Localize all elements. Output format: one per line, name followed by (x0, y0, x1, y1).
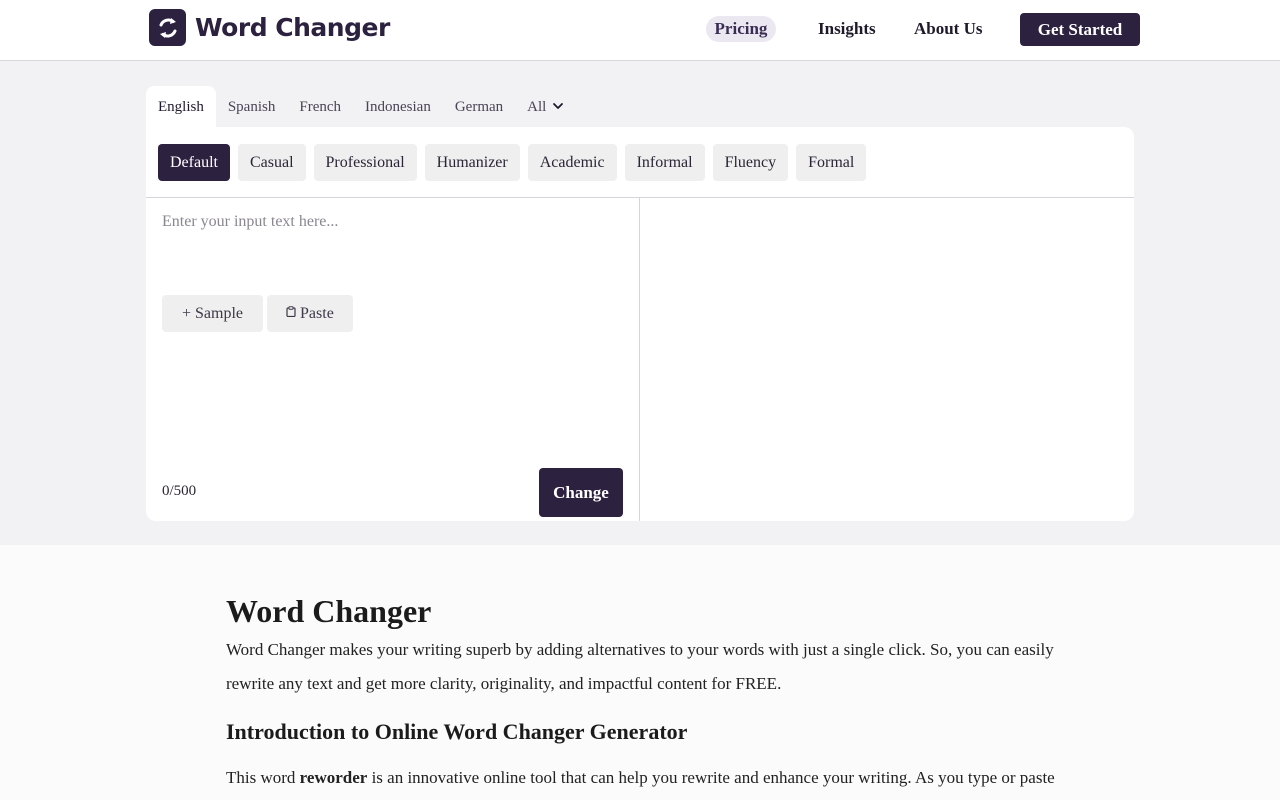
nav-insights[interactable]: Insights (818, 16, 876, 42)
get-started-button[interactable]: Get Started (1020, 13, 1140, 46)
mode-academic[interactable]: Academic (527, 144, 617, 181)
mode-default[interactable]: Default (158, 144, 230, 181)
paragraph-rest: is an innovative online tool that can he… (367, 768, 1055, 787)
sample-button[interactable]: + Sample (162, 295, 264, 332)
article-paragraph: This word reworder is an innovative onli… (226, 763, 1056, 793)
input-text-area[interactable] (162, 213, 622, 273)
tab-indonesian[interactable]: Indonesian (353, 86, 443, 128)
character-counter: 0/500 (162, 483, 197, 499)
editor-card: Default Casual Professional Humanizer Ac… (146, 127, 1134, 521)
output-panel (640, 198, 1134, 521)
chevron-down-icon (552, 87, 564, 129)
change-button[interactable]: Change (539, 468, 623, 517)
tab-english[interactable]: English (146, 86, 216, 128)
mode-fluency[interactable]: Fluency (712, 144, 789, 181)
refresh-arrows-icon (149, 9, 186, 46)
mode-professional[interactable]: Professional (313, 144, 417, 181)
nav-about-us[interactable]: About Us (914, 16, 983, 42)
clipboard-icon (286, 294, 296, 331)
helper-buttons: + Sample Paste (162, 295, 353, 332)
mode-informal[interactable]: Informal (624, 144, 705, 181)
brand-name: Word Changer (195, 13, 390, 42)
tab-french[interactable]: French (287, 86, 353, 128)
tab-spanish[interactable]: Spanish (216, 86, 288, 128)
tab-german[interactable]: German (443, 86, 515, 128)
brand-logo[interactable]: Word Changer (149, 9, 390, 46)
mode-formal[interactable]: Formal (796, 144, 867, 181)
paragraph-bold-term: reworder (299, 768, 368, 787)
tab-all-label: All (527, 99, 547, 115)
top-header: Word Changer Pricing Insights About Us G… (0, 0, 1280, 61)
article-intro: Word Changer makes your writing superb b… (226, 640, 1054, 693)
nav-pricing[interactable]: Pricing (706, 16, 776, 42)
paste-button[interactable]: Paste (267, 295, 353, 332)
mode-chips: Default Casual Professional Humanizer Ac… (158, 144, 867, 181)
article-section: Word Changer Word Changer makes your wri… (0, 545, 1280, 800)
mode-casual[interactable]: Casual (237, 144, 306, 181)
mode-humanizer[interactable]: Humanizer (424, 144, 520, 181)
article-subtitle: Introduction to Online Word Changer Gene… (226, 719, 688, 744)
paste-label: Paste (300, 305, 334, 322)
tab-all-dropdown[interactable]: All (515, 86, 576, 128)
paragraph-start: This word (226, 768, 300, 787)
language-tabs: English Spanish French Indonesian German… (146, 86, 576, 128)
article-title: Word Changer (226, 593, 432, 629)
